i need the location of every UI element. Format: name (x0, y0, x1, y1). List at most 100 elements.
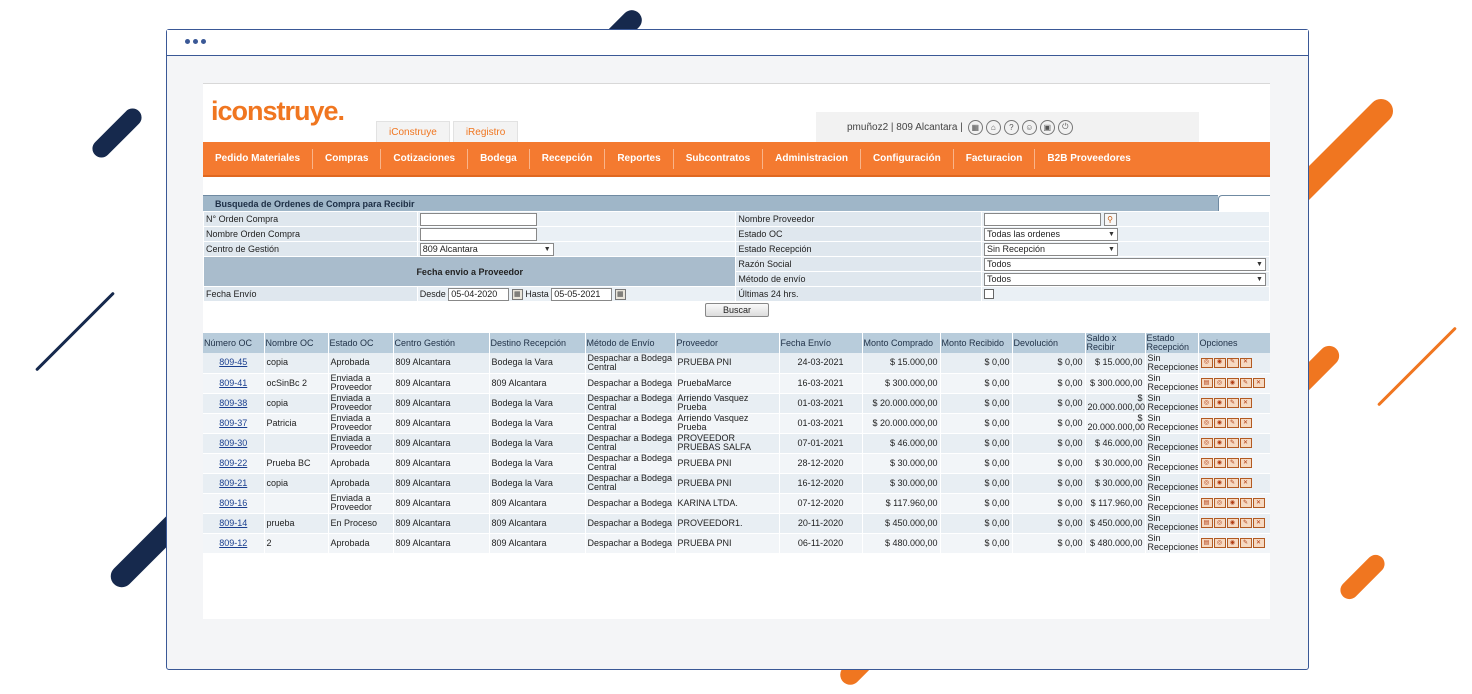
centro-select[interactable]: 809 Alcantara ▼ (419, 242, 554, 256)
col-header[interactable]: Monto Comprado (862, 333, 941, 353)
nav-bodega[interactable]: Bodega (468, 148, 530, 169)
tab-iregistro[interactable]: iRegistro (452, 121, 519, 142)
calendar-icon[interactable]: ▦ (614, 288, 626, 300)
edit-icon[interactable]: ✎ (1226, 418, 1239, 428)
reject-icon[interactable]: ✕ (1239, 418, 1252, 428)
receive-icon[interactable]: ◎ (1213, 378, 1226, 388)
proveedor-input[interactable] (983, 212, 1101, 226)
reject-icon[interactable]: ✕ (1239, 438, 1252, 448)
reject-icon[interactable]: ✕ (1239, 357, 1252, 368)
receive-icon[interactable]: ◎ (1200, 357, 1213, 368)
help-icon[interactable]: ? (1003, 119, 1019, 135)
nav-reportes[interactable]: Reportes (605, 148, 674, 169)
reject-icon[interactable]: ✕ (1239, 458, 1252, 468)
col-header[interactable]: Estado OC (328, 333, 394, 353)
oc-number-link[interactable]: 809-37 (219, 418, 247, 428)
metodo-select[interactable]: Todos ▼ (983, 272, 1266, 286)
edit-icon[interactable]: ✎ (1239, 378, 1252, 388)
history-icon[interactable]: ◉ (1213, 438, 1226, 448)
oc-number-link[interactable]: 809-12 (219, 538, 247, 548)
col-header[interactable]: Destino Recepción (489, 333, 586, 353)
nav-recepcion[interactable]: Recepción (530, 148, 606, 169)
view-icon[interactable]: ▤ (1200, 498, 1213, 508)
view-icon[interactable]: ▤ (1200, 518, 1213, 528)
view-icon[interactable]: ▤ (1200, 378, 1213, 388)
edit-icon[interactable]: ✎ (1239, 518, 1252, 528)
col-header[interactable]: Nombre OC (264, 333, 329, 353)
search-proveedor-button[interactable]: ⚲ (1103, 212, 1117, 226)
oc-number-link[interactable]: 809-16 (219, 498, 247, 508)
history-icon[interactable]: ◉ (1226, 378, 1239, 388)
hasta-input[interactable]: 05-05-2021 (551, 287, 613, 301)
view-icon[interactable]: ▤ (1200, 538, 1213, 548)
nombre-oc-input[interactable] (419, 227, 537, 241)
history-icon[interactable]: ◉ (1213, 458, 1226, 468)
edit-icon[interactable]: ✎ (1239, 538, 1252, 548)
razon-select[interactable]: Todos ▼ (983, 257, 1266, 271)
oc-number-link[interactable]: 809-22 (219, 458, 247, 468)
receive-icon[interactable]: ◎ (1200, 418, 1213, 428)
building-icon[interactable]: ▦ (967, 119, 983, 135)
receive-icon[interactable]: ◎ (1200, 478, 1213, 488)
history-icon[interactable]: ◉ (1226, 498, 1239, 508)
tab-iconstruye[interactable]: iConstruye (376, 121, 450, 142)
lock-icon[interactable]: ▣ (1039, 119, 1055, 135)
col-header[interactable]: Saldo x Recibir (1085, 333, 1146, 353)
edit-icon[interactable]: ✎ (1226, 438, 1239, 448)
receive-icon[interactable]: ◎ (1213, 518, 1226, 528)
calendar-icon[interactable]: ▦ (511, 288, 523, 300)
col-header[interactable]: Devolución (1012, 333, 1086, 353)
receive-icon[interactable]: ◎ (1213, 538, 1226, 548)
col-header[interactable]: Fecha Envío (779, 333, 863, 353)
edit-icon[interactable]: ✎ (1226, 398, 1239, 408)
edit-icon[interactable]: ✎ (1226, 458, 1239, 468)
history-icon[interactable]: ◉ (1213, 398, 1226, 408)
edit-icon[interactable]: ✎ (1239, 498, 1252, 508)
edit-icon[interactable]: ✎ (1226, 357, 1239, 368)
history-icon[interactable]: ◉ (1226, 538, 1239, 548)
nav-compras[interactable]: Compras (313, 148, 382, 169)
nav-configuracion[interactable]: Configuración (861, 148, 954, 169)
reject-icon[interactable]: ✕ (1252, 518, 1265, 528)
col-header[interactable]: Estado Recepción (1145, 333, 1199, 353)
nav-cotizaciones[interactable]: Cotizaciones (381, 148, 469, 169)
history-icon[interactable]: ◉ (1213, 357, 1226, 368)
reject-icon[interactable]: ✕ (1252, 498, 1265, 508)
orden-compra-input[interactable] (419, 212, 537, 226)
estado-oc-select[interactable]: Todas las ordenes ▼ (983, 227, 1118, 241)
history-icon[interactable]: ◉ (1226, 518, 1239, 528)
reject-icon[interactable]: ✕ (1252, 538, 1265, 548)
ultimas-checkbox[interactable] (983, 289, 994, 300)
nav-b2b-proveedores[interactable]: B2B Proveedores (1035, 149, 1142, 169)
col-header[interactable]: Número OC (203, 333, 265, 353)
col-header[interactable]: Monto Recibido (940, 333, 1013, 353)
history-icon[interactable]: ◉ (1213, 418, 1226, 428)
receive-icon[interactable]: ◎ (1200, 398, 1213, 408)
nav-facturacion[interactable]: Facturacion (954, 148, 1036, 169)
power-icon[interactable]: ⏻ (1057, 119, 1073, 135)
receive-icon[interactable]: ◎ (1213, 498, 1226, 508)
logo[interactable]: iconstruye. (211, 96, 345, 127)
col-header[interactable]: Proveedor (675, 333, 780, 353)
oc-number-link[interactable]: 809-30 (219, 438, 247, 448)
user-icon[interactable]: ☺ (1021, 119, 1037, 135)
reject-icon[interactable]: ✕ (1252, 378, 1265, 388)
oc-number-link[interactable]: 809-41 (219, 378, 247, 388)
receive-icon[interactable]: ◎ (1200, 458, 1213, 468)
history-icon[interactable]: ◉ (1213, 478, 1226, 488)
buscar-button[interactable]: Buscar (705, 303, 769, 317)
reject-icon[interactable]: ✕ (1239, 478, 1252, 488)
col-header[interactable]: Método de Envío (585, 333, 676, 353)
reject-icon[interactable]: ✕ (1239, 398, 1252, 408)
edit-icon[interactable]: ✎ (1226, 478, 1239, 488)
oc-number-link[interactable]: 809-38 (219, 398, 247, 408)
nav-administracion[interactable]: Administracion (763, 148, 861, 169)
desde-input[interactable]: 05-04-2020 (448, 287, 510, 301)
home-icon[interactable]: ⌂ (985, 119, 1001, 135)
receive-icon[interactable]: ◎ (1200, 438, 1213, 448)
oc-number-link[interactable]: 809-21 (219, 478, 247, 488)
estado-recepcion-select[interactable]: Sin Recepción ▼ (983, 242, 1118, 256)
col-header[interactable]: Centro Gestión (393, 333, 490, 353)
oc-number-link[interactable]: 809-45 (219, 357, 247, 367)
oc-number-link[interactable]: 809-14 (219, 518, 247, 528)
